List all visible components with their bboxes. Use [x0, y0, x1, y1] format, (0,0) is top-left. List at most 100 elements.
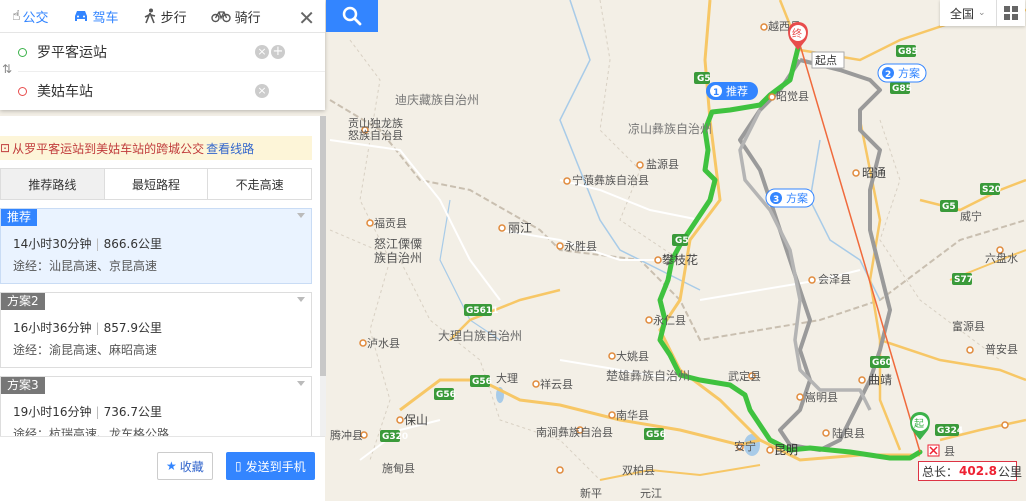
clear-destination-icon[interactable]: ×: [255, 84, 269, 98]
favorite-button[interactable]: ★ 收藏: [157, 452, 213, 480]
phone-icon: ▯: [235, 459, 242, 473]
svg-text:起: 起: [914, 418, 924, 430]
svg-text:方案: 方案: [786, 191, 808, 205]
map-label: 普安县: [985, 342, 1018, 356]
bus-icon: ⊡: [0, 141, 11, 155]
star-icon: ★: [166, 459, 177, 473]
mode-drive-label: 驾车: [92, 10, 119, 26]
close-icon[interactable]: ✕: [298, 6, 315, 30]
svg-text:1: 1: [713, 88, 719, 98]
region-label: 全国: [950, 6, 975, 21]
tab-shortest[interactable]: 最短路程: [104, 169, 209, 199]
action-bar: ★ 收藏 ▯ 发送到手机: [0, 436, 325, 501]
plan-distance: 866.6公里: [103, 237, 162, 251]
map-label: 会泽县: [818, 273, 851, 286]
plan-time: 19小时16分钟: [13, 405, 92, 419]
svg-text:推荐: 推荐: [726, 84, 748, 98]
send-label: 发送到手机: [245, 459, 306, 474]
clear-origin-icon[interactable]: ×: [255, 45, 269, 59]
plan-summary: 19小时16分钟 | 736.7公里: [13, 405, 162, 419]
intercity-bus-notice: ⊡ 从罗平客运站到美姑车站的跨城公交 查看线路: [0, 136, 312, 160]
expand-icon[interactable]: [297, 381, 305, 386]
map-label: 安宁: [734, 439, 756, 453]
map-label: 大理白族自治州: [438, 328, 522, 343]
map-label: 武定县: [728, 369, 761, 383]
add-waypoint-icon[interactable]: +: [271, 45, 285, 59]
plan-3-callout[interactable]: 3 方案: [765, 188, 815, 208]
swap-route-icon[interactable]: ⇅: [2, 62, 12, 76]
route-plan-item[interactable]: 推荐 14小时30分钟 | 866.6公里 途经：汕昆高速、京昆高速: [0, 208, 312, 284]
plan-2-callout[interactable]: 2 方案: [877, 63, 927, 83]
road-shield: S20: [982, 185, 1001, 195]
plan-time: 14小时30分钟: [13, 237, 92, 251]
map-label: 昭通: [862, 166, 886, 180]
walk-icon: [144, 8, 155, 24]
map-label: 祥云县: [540, 377, 573, 391]
layers-grid-icon[interactable]: [997, 0, 1025, 26]
svg-text:3: 3: [773, 195, 779, 205]
plan-summary: 16小时36分钟 | 857.9公里: [13, 321, 162, 335]
bike-icon: [210, 11, 231, 23]
map-label: 怒族自治县: [348, 128, 403, 142]
expand-icon[interactable]: [297, 213, 305, 218]
destination-text: 美姑车站: [37, 84, 93, 100]
send-to-phone-button[interactable]: ▯ 发送到手机: [226, 452, 315, 480]
route-plan-item[interactable]: 方案3 19小时16分钟 | 736.7公里 途经：杭瑞高速、龙车格公路: [0, 376, 312, 436]
mode-ride-label: 骑行: [234, 10, 261, 26]
origin-field[interactable]: 罗平客运站 × +: [0, 33, 325, 71]
map-label: 威宁: [960, 209, 982, 223]
mode-walk[interactable]: 步行: [131, 0, 199, 32]
map-label: 腾冲县: [330, 428, 363, 442]
map-label: 丽江: [508, 221, 532, 235]
road-shield: G85: [892, 84, 912, 94]
road-shield: S77: [954, 275, 973, 285]
route-plan-item[interactable]: 方案2 16小时36分钟 | 857.9公里 途经：渝昆高速、麻昭高速: [0, 292, 312, 368]
tab-no-highway[interactable]: 不走高速: [208, 169, 312, 199]
car-icon: [74, 11, 87, 21]
map-top-controls: 全国 ⌄: [940, 0, 1025, 26]
expand-icon[interactable]: [297, 297, 305, 302]
map-label: 宁蒗彝族自治县: [572, 173, 649, 187]
plan-recommend-callout[interactable]: 1 推荐: [706, 82, 758, 100]
mode-ride[interactable]: 骑行: [199, 0, 273, 32]
origin-dot-icon: [18, 47, 27, 57]
map-label: 曲靖: [868, 373, 892, 387]
road-shield: G56: [646, 430, 666, 440]
chevron-down-icon: ⌄: [978, 8, 986, 18]
map-label: 陆良县: [832, 426, 865, 440]
map-label: 县: [944, 445, 955, 458]
map-label: 南涧彝族自治县: [536, 425, 613, 439]
road-shield: G60: [872, 358, 892, 368]
mode-bus-label: 公交: [22, 10, 49, 26]
svg-text:起点: 起点: [815, 54, 837, 67]
tab-recommended[interactable]: 推荐路线: [1, 169, 105, 199]
view-route-link[interactable]: 查看线路: [206, 140, 254, 157]
map-label: 贡山独龙族: [348, 116, 403, 130]
search-button[interactable]: [326, 0, 378, 32]
plan-distance: 736.7公里: [103, 405, 162, 419]
road-shield: G320: [382, 432, 408, 442]
total-distance-box: 总长： 402.8 公里: [918, 461, 1022, 481]
plan-summary: 14小时30分钟 | 866.6公里: [13, 237, 162, 251]
mode-bus[interactable]: ☝ 公交: [0, 0, 61, 32]
destination-field[interactable]: 美姑车站 ×: [18, 71, 325, 110]
notice-text: 从罗平客运站到美姑车站的跨城公交: [12, 141, 205, 156]
map-label: 怒江傈僳: [374, 236, 422, 251]
results-scrollbar[interactable]: [320, 116, 326, 436]
road-shield: G5611: [466, 306, 498, 316]
plan-via: 途经：汕昆高速、京昆高速: [13, 259, 158, 273]
map-label: 攀枝花: [662, 252, 698, 267]
map-label: 昭觉县: [776, 90, 809, 103]
map-label: 永胜县: [564, 239, 597, 253]
map-label: 施甸县: [382, 462, 415, 475]
distance-value: 402.8: [959, 464, 997, 478]
region-selector[interactable]: 全国 ⌄: [940, 0, 997, 26]
map-label: 泸水县: [367, 337, 400, 350]
mode-drive[interactable]: 驾车: [61, 0, 131, 32]
road-shield: G56: [472, 377, 492, 387]
map-label: 新平: [580, 486, 602, 500]
road-shield: G5: [697, 74, 711, 84]
svg-text:方案: 方案: [898, 66, 920, 80]
scrollbar-thumb[interactable]: [320, 116, 326, 376]
origin-text: 罗平客运站: [37, 45, 107, 61]
